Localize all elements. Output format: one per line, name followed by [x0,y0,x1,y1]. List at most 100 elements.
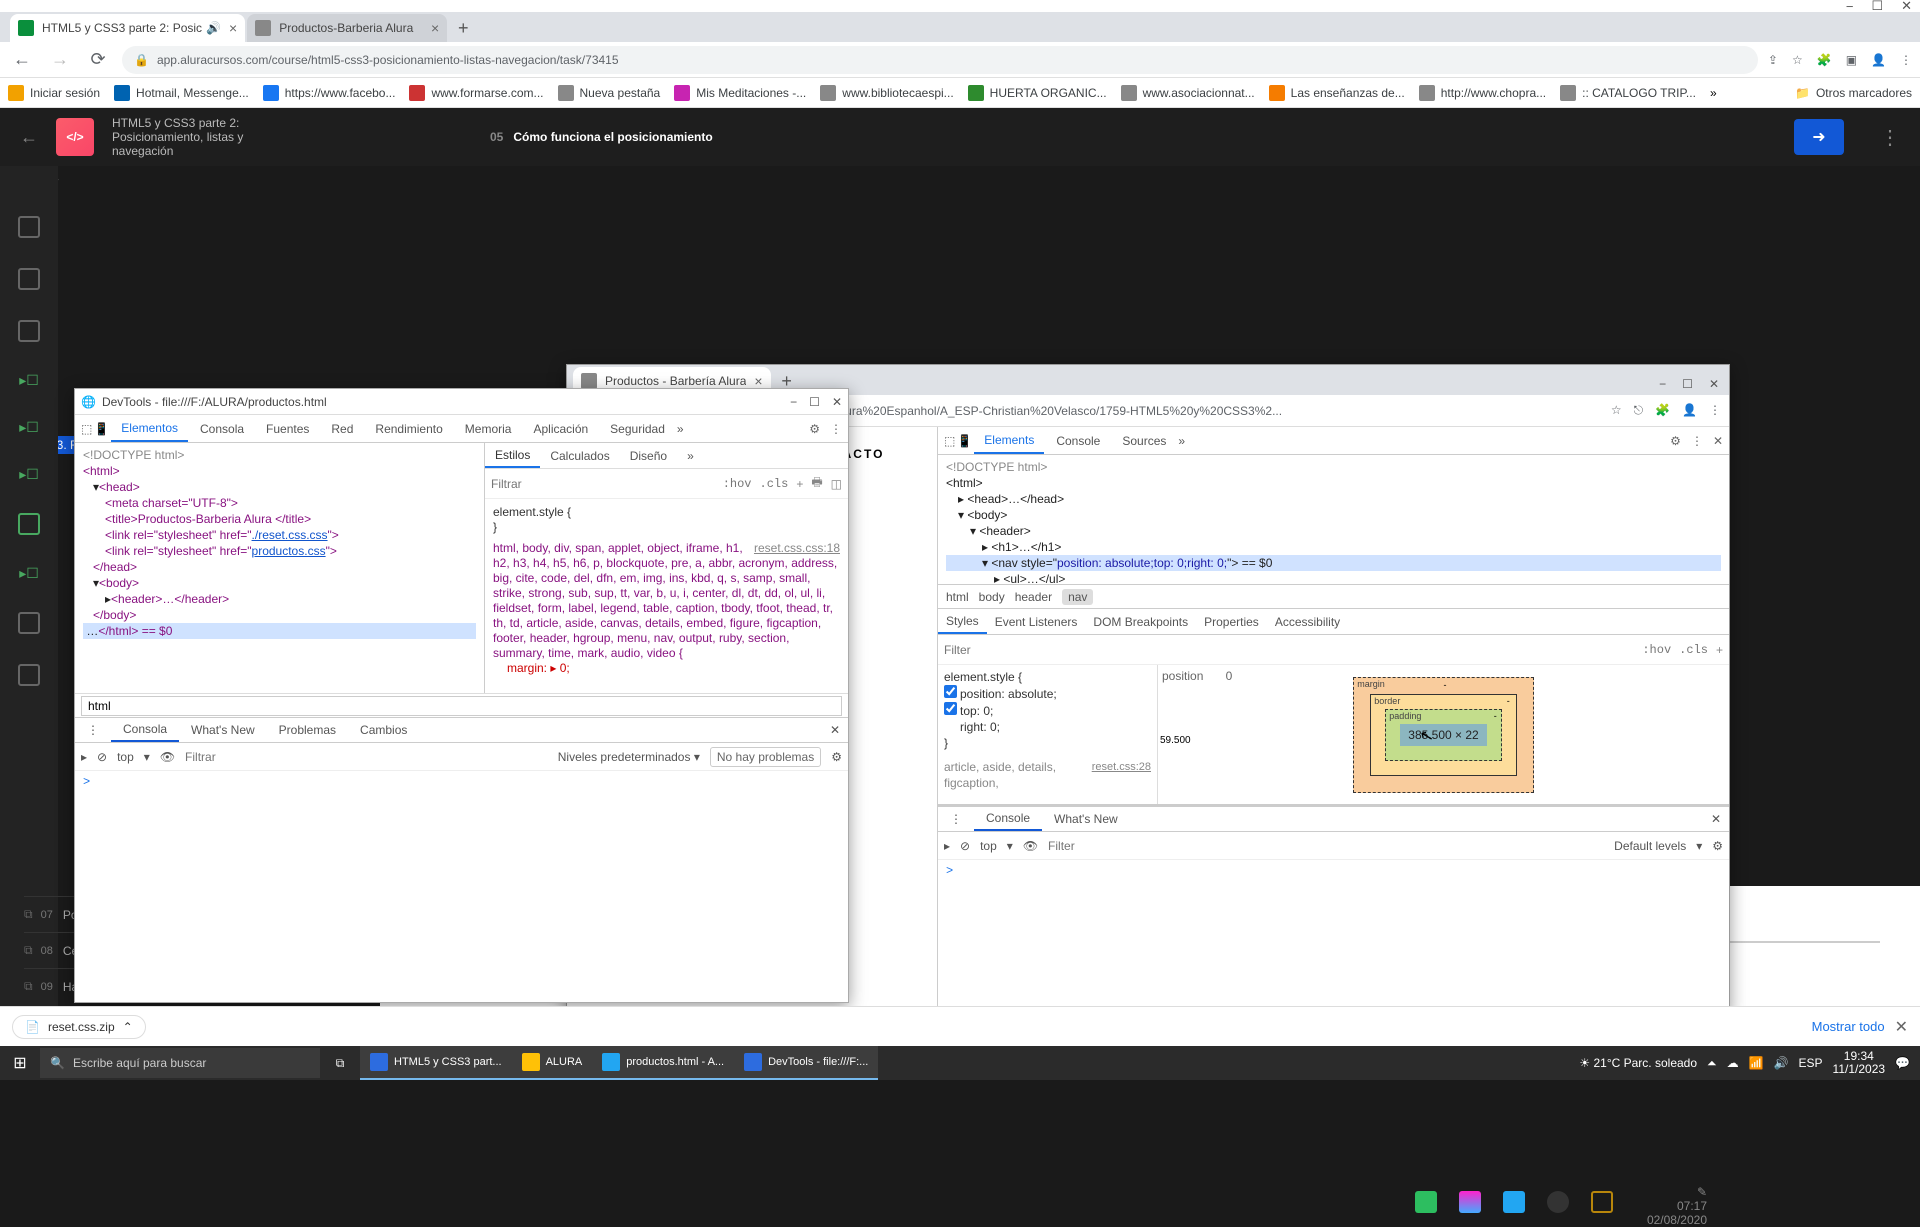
devtools-titlebar[interactable]: 🌐 DevTools - file:///F:/ALURA/productos.… [75,389,848,415]
bookmark-item[interactable]: :: CATALOGO TRIP... [1560,85,1696,101]
address-bar[interactable]: 🔒 app.aluracursos.com/course/html5-css3-… [122,46,1758,74]
add-rule-icon[interactable]: + [796,477,803,491]
more-tabs-icon[interactable]: » [677,422,684,436]
device-icon[interactable]: 📱 [94,422,109,436]
notifications-icon[interactable]: 💬 [1895,1056,1910,1070]
close-btn[interactable]: ✕ [1901,0,1912,14]
menu-icon[interactable]: ⋮ [1900,53,1912,67]
menu-icon[interactable]: ⋮ [1691,434,1703,448]
close-icon[interactable]: ✕ [818,719,848,741]
weather-widget[interactable]: ☀ 21°C Parc. soleado [1579,1056,1697,1070]
tab-whatsnew[interactable]: What's New [1042,808,1130,830]
app-icon[interactable] [1459,1191,1481,1213]
task-view-icon[interactable]: ⧉ [320,1056,360,1071]
panel-icon[interactable]: ◫ [831,477,842,491]
tab-problems[interactable]: Problemas [267,719,348,741]
tab-layout[interactable]: Diseño [620,445,677,467]
breadcrumb[interactable]: htmlbodyheadernav [938,585,1729,609]
gear-icon[interactable]: ⚙ [1712,839,1723,853]
tab-styles[interactable]: Estilos [485,444,540,468]
bookmark-item[interactable]: http://www.chopra... [1419,85,1546,101]
sidebar-item[interactable] [18,216,40,238]
minimize-btn[interactable]: − [1846,0,1854,14]
cls-toggle[interactable]: .cls [1679,643,1708,657]
dom-tree[interactable]: <!DOCTYPE html> <html> ▾<head> <meta cha… [75,443,485,693]
tab-console[interactable]: Consola [111,718,179,742]
context-selector[interactable]: top [117,750,134,764]
device-icon[interactable]: 📱 [957,434,972,448]
tab-styles[interactable]: Styles [938,610,987,634]
bookmark-item[interactable]: Hotmail, Messenge... [114,85,249,101]
course-back-button[interactable]: ← [20,127,38,148]
drawer-menu-icon[interactable]: ⋮ [75,719,111,741]
app-icon[interactable] [1415,1191,1437,1213]
bookmark-item[interactable]: Mis Meditaciones -... [674,85,806,101]
sidebar-item[interactable] [18,664,40,686]
app-icon[interactable] [1591,1191,1613,1213]
bookmark-item[interactable]: https://www.facebo... [263,85,396,101]
gear-icon[interactable]: ⚙ [1670,434,1681,448]
bookmark-item[interactable]: www.asociacionnat... [1121,85,1255,101]
gear-icon[interactable]: ⚙ [831,750,842,764]
print-icon[interactable]: 🖶 [811,473,822,494]
wifi-icon[interactable]: 📶 [1749,1056,1764,1070]
tray-chevron-icon[interactable]: ⏶ [1707,1056,1717,1071]
tab-accessibility[interactable]: Accessibility [1267,611,1348,633]
taskbar-search[interactable]: 🔍 Escribe aquí para buscar [40,1048,320,1078]
chevron-up-icon[interactable]: ⌃ [123,1020,133,1034]
avatar-icon[interactable]: 👤 [1871,53,1886,67]
tab-active[interactable]: HTML5 y CSS3 parte 2: Posic 🔊 × [10,14,245,42]
star-icon[interactable]: ☆ [1792,53,1803,67]
levels-selector[interactable]: Niveles predeterminados ▾ [558,750,700,764]
tab-dom-breakpoints[interactable]: DOM Breakpoints [1085,611,1196,633]
tab-event-listeners[interactable]: Event Listeners [987,611,1086,633]
console-output[interactable]: > [938,860,1729,882]
bookmark-item[interactable]: www.bibliotecaespi... [820,85,953,101]
clear-icon[interactable]: ⊘ [960,839,970,853]
close-btn[interactable]: ✕ [1709,377,1719,391]
play-icon[interactable]: ▸ [944,839,950,853]
tab-performance[interactable]: Rendimiento [365,417,452,441]
clock[interactable]: 19:3411/1/2023 [1833,1050,1886,1076]
continue-button[interactable]: ➜ [1794,119,1844,155]
play-icon[interactable]: ▸ [81,750,87,764]
sidebar-item[interactable] [18,612,40,634]
lesson-menu-icon[interactable]: ⋮ [1880,125,1900,150]
tab-close-icon[interactable]: × [229,20,237,36]
minimize-btn[interactable]: − [790,395,797,409]
reload-button[interactable]: ⟳ [84,49,112,70]
tab-whatsnew[interactable]: What's New [179,719,267,741]
filter-input[interactable] [185,750,548,764]
bookmark-item[interactable]: HUERTA ORGANIC... [968,85,1107,101]
tab-inactive[interactable]: Productos-Barberia Alura × [247,14,447,42]
play-icon[interactable]: ▸☐ [19,466,39,483]
tab-sources[interactable]: Sources [1112,429,1176,453]
source-link[interactable]: reset.css.css:18 [754,541,840,556]
filter-input[interactable] [1048,839,1604,853]
rule-checkbox[interactable] [944,685,957,698]
more-icon[interactable]: » [677,445,704,467]
tab-console[interactable]: Console [1046,429,1110,453]
new-tab-button[interactable]: + [449,14,477,42]
gear-icon[interactable]: ⚙ [809,422,820,436]
close-btn[interactable]: ✕ [832,395,842,409]
levels-selector[interactable]: Default levels [1614,839,1686,853]
sidebar-item[interactable] [18,320,40,342]
play-icon[interactable]: ▸☐ [19,372,39,389]
inspect-icon[interactable]: ⬚ [81,422,92,436]
share-icon[interactable]: ⇪ [1768,53,1778,67]
style-rules[interactable]: element.style { } reset.css.css:18 html,… [485,499,848,693]
tab-elements[interactable]: Elementos [111,416,188,442]
tab-network[interactable]: Red [321,417,363,441]
tab-sources[interactable]: Fuentes [256,417,319,441]
volume-icon[interactable]: 🔊 [1774,1056,1789,1070]
start-button[interactable]: ⊞ [0,1053,40,1073]
taskbar-app[interactable]: ALURA [512,1046,593,1080]
tab-computed[interactable]: Calculados [540,445,619,467]
bookmark-item[interactable]: Nueva pestaña [558,85,661,101]
tab-close-icon[interactable]: × [431,20,439,36]
eye-icon[interactable]: 👁 [1023,839,1038,853]
taskbar-app[interactable]: DevTools - file:///F:... [734,1046,878,1080]
cloud-icon[interactable]: ☁ [1727,1056,1739,1070]
language-indicator[interactable]: ESP [1799,1056,1823,1070]
